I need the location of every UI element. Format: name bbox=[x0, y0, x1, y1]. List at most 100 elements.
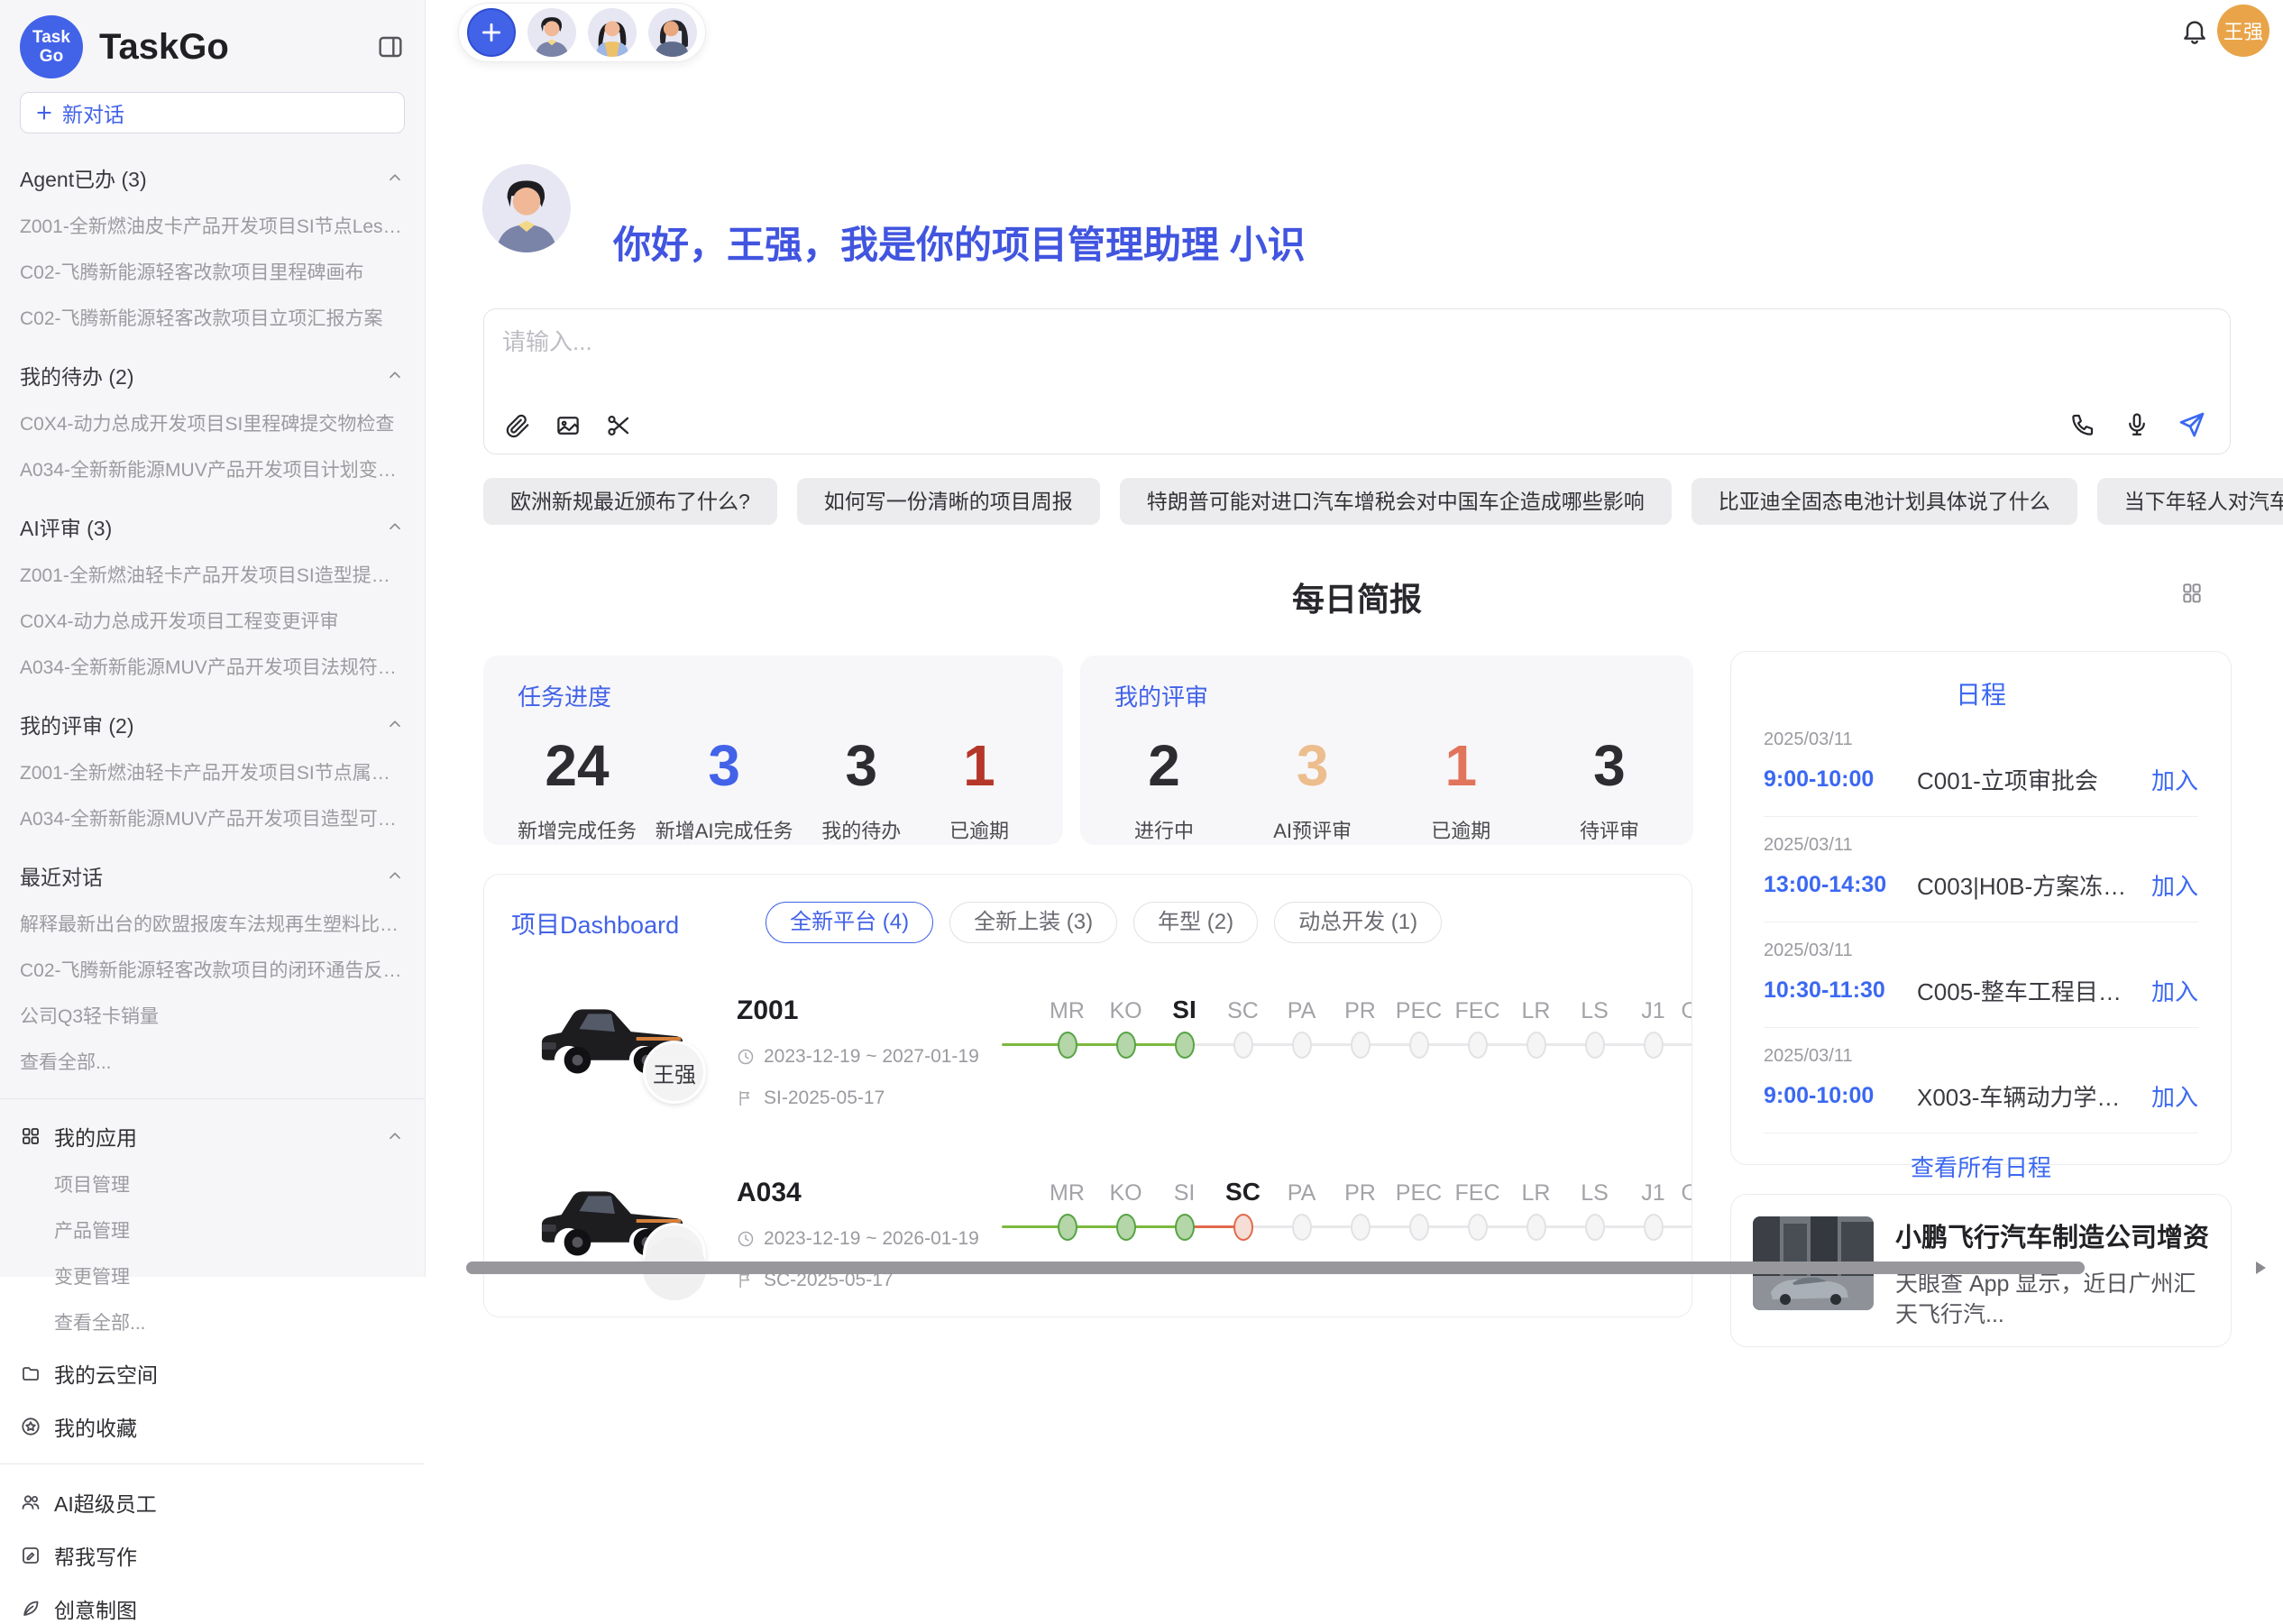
app-item[interactable]: 产品管理 bbox=[20, 1216, 405, 1243]
chevron-up-icon[interactable] bbox=[385, 168, 405, 188]
suggestion-chip[interactable]: 特朗普可能对进口汽车增税会对中国车企造成哪些影响 bbox=[1120, 478, 1672, 525]
milestone-step[interactable]: MR bbox=[1038, 990, 1096, 1107]
join-meeting-link[interactable]: 加入 bbox=[2151, 1079, 2198, 1113]
suggestion-chip[interactable]: 如何写一份清晰的项目周报 bbox=[797, 478, 1100, 525]
stat-label: 进行中 bbox=[1114, 815, 1214, 844]
sidebar-shortcut[interactable]: 我的云空间 bbox=[20, 1358, 405, 1389]
tool-label: AI超级员工 bbox=[54, 1487, 157, 1518]
sidebar-task-item[interactable]: C02-飞腾新能源轻客改款项目立项汇报方案 bbox=[20, 304, 405, 331]
image-upload-icon[interactable] bbox=[555, 412, 582, 439]
suggestion-chip[interactable]: 比亚迪全固态电池计划具体说了什么 bbox=[1692, 478, 2077, 525]
stat-value: 3 bbox=[811, 732, 911, 799]
milestone-step[interactable]: J1 bbox=[1624, 1172, 1682, 1289]
chevron-up-icon[interactable] bbox=[385, 365, 405, 385]
milestone-step[interactable]: LS bbox=[1565, 1172, 1624, 1289]
milestone-step[interactable]: SC bbox=[1214, 990, 1272, 1107]
sidebar-shortcut[interactable]: 我的收藏 bbox=[20, 1411, 405, 1442]
stat-item: 3AI预评审 bbox=[1263, 732, 1362, 844]
app-item[interactable]: 项目管理 bbox=[20, 1170, 405, 1197]
current-user-avatar[interactable]: 王强 bbox=[2217, 5, 2269, 57]
milestone-label: SI bbox=[1155, 990, 1214, 1032]
new-chat-button[interactable]: 新对话 bbox=[20, 92, 405, 133]
add-agent-button[interactable] bbox=[467, 8, 516, 57]
sidebar-tool[interactable]: AI超级员工 bbox=[20, 1487, 405, 1518]
milestone-step[interactable]: KO bbox=[1096, 990, 1155, 1107]
dashboard-filter-chip[interactable]: 动总开发 (1) bbox=[1274, 902, 1442, 943]
teammate-avatar[interactable] bbox=[648, 8, 697, 57]
scissors-icon[interactable] bbox=[605, 412, 632, 439]
milestone-step[interactable]: J1 bbox=[1624, 990, 1682, 1107]
suggestion-chip[interactable]: 欧洲新规最近颁布了什么? bbox=[483, 478, 777, 525]
milestone-step[interactable]: PR bbox=[1331, 990, 1389, 1107]
scroll-right-arrow[interactable] bbox=[2256, 1262, 2266, 1274]
app-item[interactable]: 变更管理 bbox=[20, 1262, 405, 1289]
dashboard-filter-chip[interactable]: 年型 (2) bbox=[1133, 902, 1258, 943]
suggestion-chips: 欧洲新规最近颁布了什么? 如何写一份清晰的项目周报特朗普可能对进口汽车增税会对中国… bbox=[483, 478, 2233, 525]
milestone-step[interactable]: PEC bbox=[1389, 1172, 1448, 1289]
chevron-up-icon[interactable] bbox=[385, 866, 405, 885]
collapse-sidebar-icon[interactable] bbox=[376, 32, 405, 61]
sidebar-tool[interactable]: 创意制图 bbox=[20, 1593, 405, 1624]
chevron-up-icon[interactable] bbox=[385, 1126, 405, 1146]
milestone-step[interactable]: OKTB bbox=[1682, 1172, 1692, 1289]
view-all-chats-link[interactable]: 查看全部... bbox=[20, 1048, 405, 1075]
sidebar-task-item[interactable]: C0X4-动力总成开发项目SI里程碑提交物检查 bbox=[20, 409, 405, 436]
teammate-avatar[interactable] bbox=[527, 8, 576, 57]
dashboard-filter-chip[interactable]: 全新平台 (4) bbox=[766, 902, 933, 943]
milestone-step[interactable]: FEC bbox=[1448, 990, 1507, 1107]
view-all-schedule-link[interactable]: 查看所有日程 bbox=[1764, 1150, 2198, 1183]
sidebar-task-item[interactable]: A034-全新新能源MUV产品开发项目计划变更表编写 bbox=[20, 455, 405, 482]
sidebar-task-item[interactable]: A034-全新新能源MUV产品开发项目造型可行性评审 bbox=[20, 804, 405, 831]
milestone-step[interactable]: KO bbox=[1096, 1172, 1155, 1289]
milestone-step[interactable]: LS bbox=[1565, 990, 1624, 1107]
milestone-step[interactable]: OKTB bbox=[1682, 990, 1692, 1107]
join-meeting-link[interactable]: 加入 bbox=[2151, 868, 2198, 902]
sidebar-section-header[interactable]: 我的待办 (2) bbox=[20, 360, 405, 390]
microphone-icon[interactable] bbox=[2123, 411, 2150, 438]
notifications-bell-icon[interactable] bbox=[2180, 16, 2209, 45]
milestone-step[interactable]: SI bbox=[1155, 990, 1214, 1107]
sidebar-section-header[interactable]: 我的评审 (2) bbox=[20, 709, 405, 739]
milestone-step[interactable]: MR bbox=[1038, 1172, 1096, 1289]
sidebar-section-header[interactable]: AI评审 (3) bbox=[20, 511, 405, 542]
sidebar-task-item[interactable]: C02-飞腾新能源轻客改款项目里程碑画布 bbox=[20, 258, 405, 285]
sidebar-task-item[interactable]: Z001-全新燃油轻卡产品开发项目SI造型提交物评审 bbox=[20, 561, 405, 588]
recent-chat-item[interactable]: C02-飞腾新能源轻客改款项目的闭环通告反馈情况 bbox=[20, 956, 405, 983]
join-meeting-link[interactable]: 加入 bbox=[2151, 974, 2198, 1007]
chevron-up-icon[interactable] bbox=[385, 714, 405, 734]
view-all-apps-link[interactable]: 查看全部... bbox=[20, 1308, 405, 1335]
send-icon[interactable] bbox=[2178, 410, 2206, 439]
project-row[interactable]: 王强Z0012023-12-19 ~ 2027-01-19SI-2025-05-… bbox=[511, 990, 1664, 1125]
composer-input[interactable] bbox=[502, 324, 2035, 378]
sidebar-section-header[interactable]: Agent已办 (3) bbox=[20, 162, 405, 193]
briefing-layout-icon[interactable] bbox=[2180, 581, 2204, 604]
attachment-icon[interactable] bbox=[504, 412, 531, 439]
sidebar-task-item[interactable]: Z001-全新燃油轻卡产品开发项目SI节点属性5D文件评审 bbox=[20, 758, 405, 785]
milestone-step[interactable]: FEC bbox=[1448, 1172, 1507, 1289]
sidebar-task-item[interactable]: Z001-全新燃油皮卡产品开发项目SI节点Lesson Learn报告 bbox=[20, 212, 405, 239]
my-apps-header[interactable]: 我的应用 bbox=[20, 1121, 405, 1151]
recent-chat-item[interactable]: 公司Q3轻卡销量 bbox=[20, 1002, 405, 1029]
sidebar-tool[interactable]: 帮我写作 bbox=[20, 1540, 405, 1571]
milestone-step[interactable]: PR bbox=[1331, 1172, 1389, 1289]
recent-chat-item[interactable]: 解释最新出台的欧盟报废车法规再生塑料比例被调至15%... bbox=[20, 910, 405, 937]
sidebar-task-item[interactable]: C0X4-动力总成开发项目工程变更评审 bbox=[20, 607, 405, 634]
stat-item: 2进行中 bbox=[1114, 732, 1214, 844]
milestone-step[interactable]: LR bbox=[1507, 1172, 1565, 1289]
voice-call-icon[interactable] bbox=[2069, 411, 2096, 438]
stat-label: AI预评审 bbox=[1263, 815, 1362, 844]
milestone-step[interactable]: LR bbox=[1507, 990, 1565, 1107]
recent-chats-header[interactable]: 最近对话 bbox=[20, 860, 405, 891]
milestone-step[interactable]: SI bbox=[1155, 1172, 1214, 1289]
milestone-step[interactable]: PA bbox=[1272, 990, 1331, 1107]
join-meeting-link[interactable]: 加入 bbox=[2151, 763, 2198, 796]
sidebar-task-item[interactable]: A034-全新新能源MUV产品开发项目法规符合性评审 bbox=[20, 653, 405, 680]
dashboard-filter-chip[interactable]: 全新上装 (3) bbox=[949, 902, 1117, 943]
stat-value: 3 bbox=[1560, 732, 1659, 799]
milestone-step[interactable]: SC bbox=[1214, 1172, 1272, 1289]
chevron-up-icon[interactable] bbox=[385, 517, 405, 537]
suggestion-chip[interactable]: 当下年轻人对汽车外观有怎样的喜好趋势 bbox=[2097, 478, 2283, 525]
teammate-avatar[interactable] bbox=[588, 8, 637, 57]
milestone-step[interactable]: PEC bbox=[1389, 990, 1448, 1107]
milestone-step[interactable]: PA bbox=[1272, 1172, 1331, 1289]
